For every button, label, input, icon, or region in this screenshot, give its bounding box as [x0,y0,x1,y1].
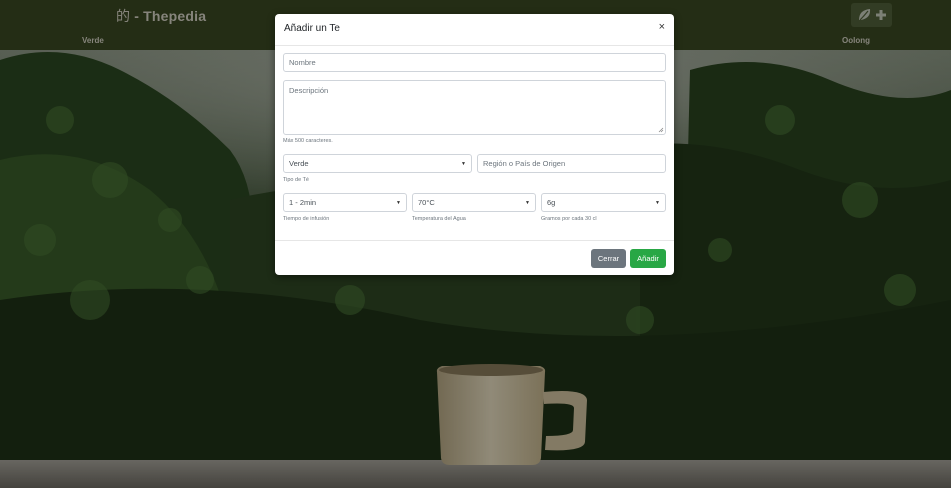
grams-value: 6g [547,198,556,207]
chevron-down-icon: ▼ [396,199,401,206]
chevron-down-icon: ▼ [655,199,660,206]
add-tea-modal: Añadir un Te × Nombre Descripción Máx 50… [275,14,674,275]
tea-type-select[interactable]: Verde ▼ [283,154,472,173]
grams-help: Gramos por cada 30 cl [541,216,597,222]
modal-header: Añadir un Te × [275,14,674,46]
water-temperature-help: Temperatura del Agua [412,216,466,222]
infusion-time-value: 1 - 2min [289,198,317,207]
water-temperature-value: 70°C [418,198,435,207]
origin-placeholder: Región o País de Origen [483,159,566,168]
modal-title: Añadir un Te [284,23,340,34]
infusion-time-select[interactable]: 1 - 2min ▼ [283,193,407,212]
close-icon[interactable]: × [659,22,665,33]
description-placeholder: Descripción [289,86,329,95]
add-button[interactable]: Añadir [630,249,666,268]
tea-type-help: Tipo de Té [283,177,309,183]
grams-select[interactable]: 6g ▼ [541,193,666,212]
water-temperature-select[interactable]: 70°C ▼ [412,193,536,212]
description-textarea[interactable]: Descripción [283,80,666,135]
close-button[interactable]: Cerrar [591,249,626,268]
description-help: Máx 500 caracteres. [283,138,333,144]
name-placeholder: Nombre [289,58,316,67]
name-input[interactable]: Nombre [283,53,666,72]
modal-footer: Cerrar Añadir [275,240,674,275]
resize-grip-icon[interactable] [658,127,664,133]
chevron-down-icon: ▼ [461,160,466,167]
origin-input[interactable]: Región o País de Origen [477,154,666,173]
infusion-time-help: Tiempo de infusión [283,216,330,222]
tea-type-value: Verde [289,159,309,168]
chevron-down-icon: ▼ [525,199,530,206]
